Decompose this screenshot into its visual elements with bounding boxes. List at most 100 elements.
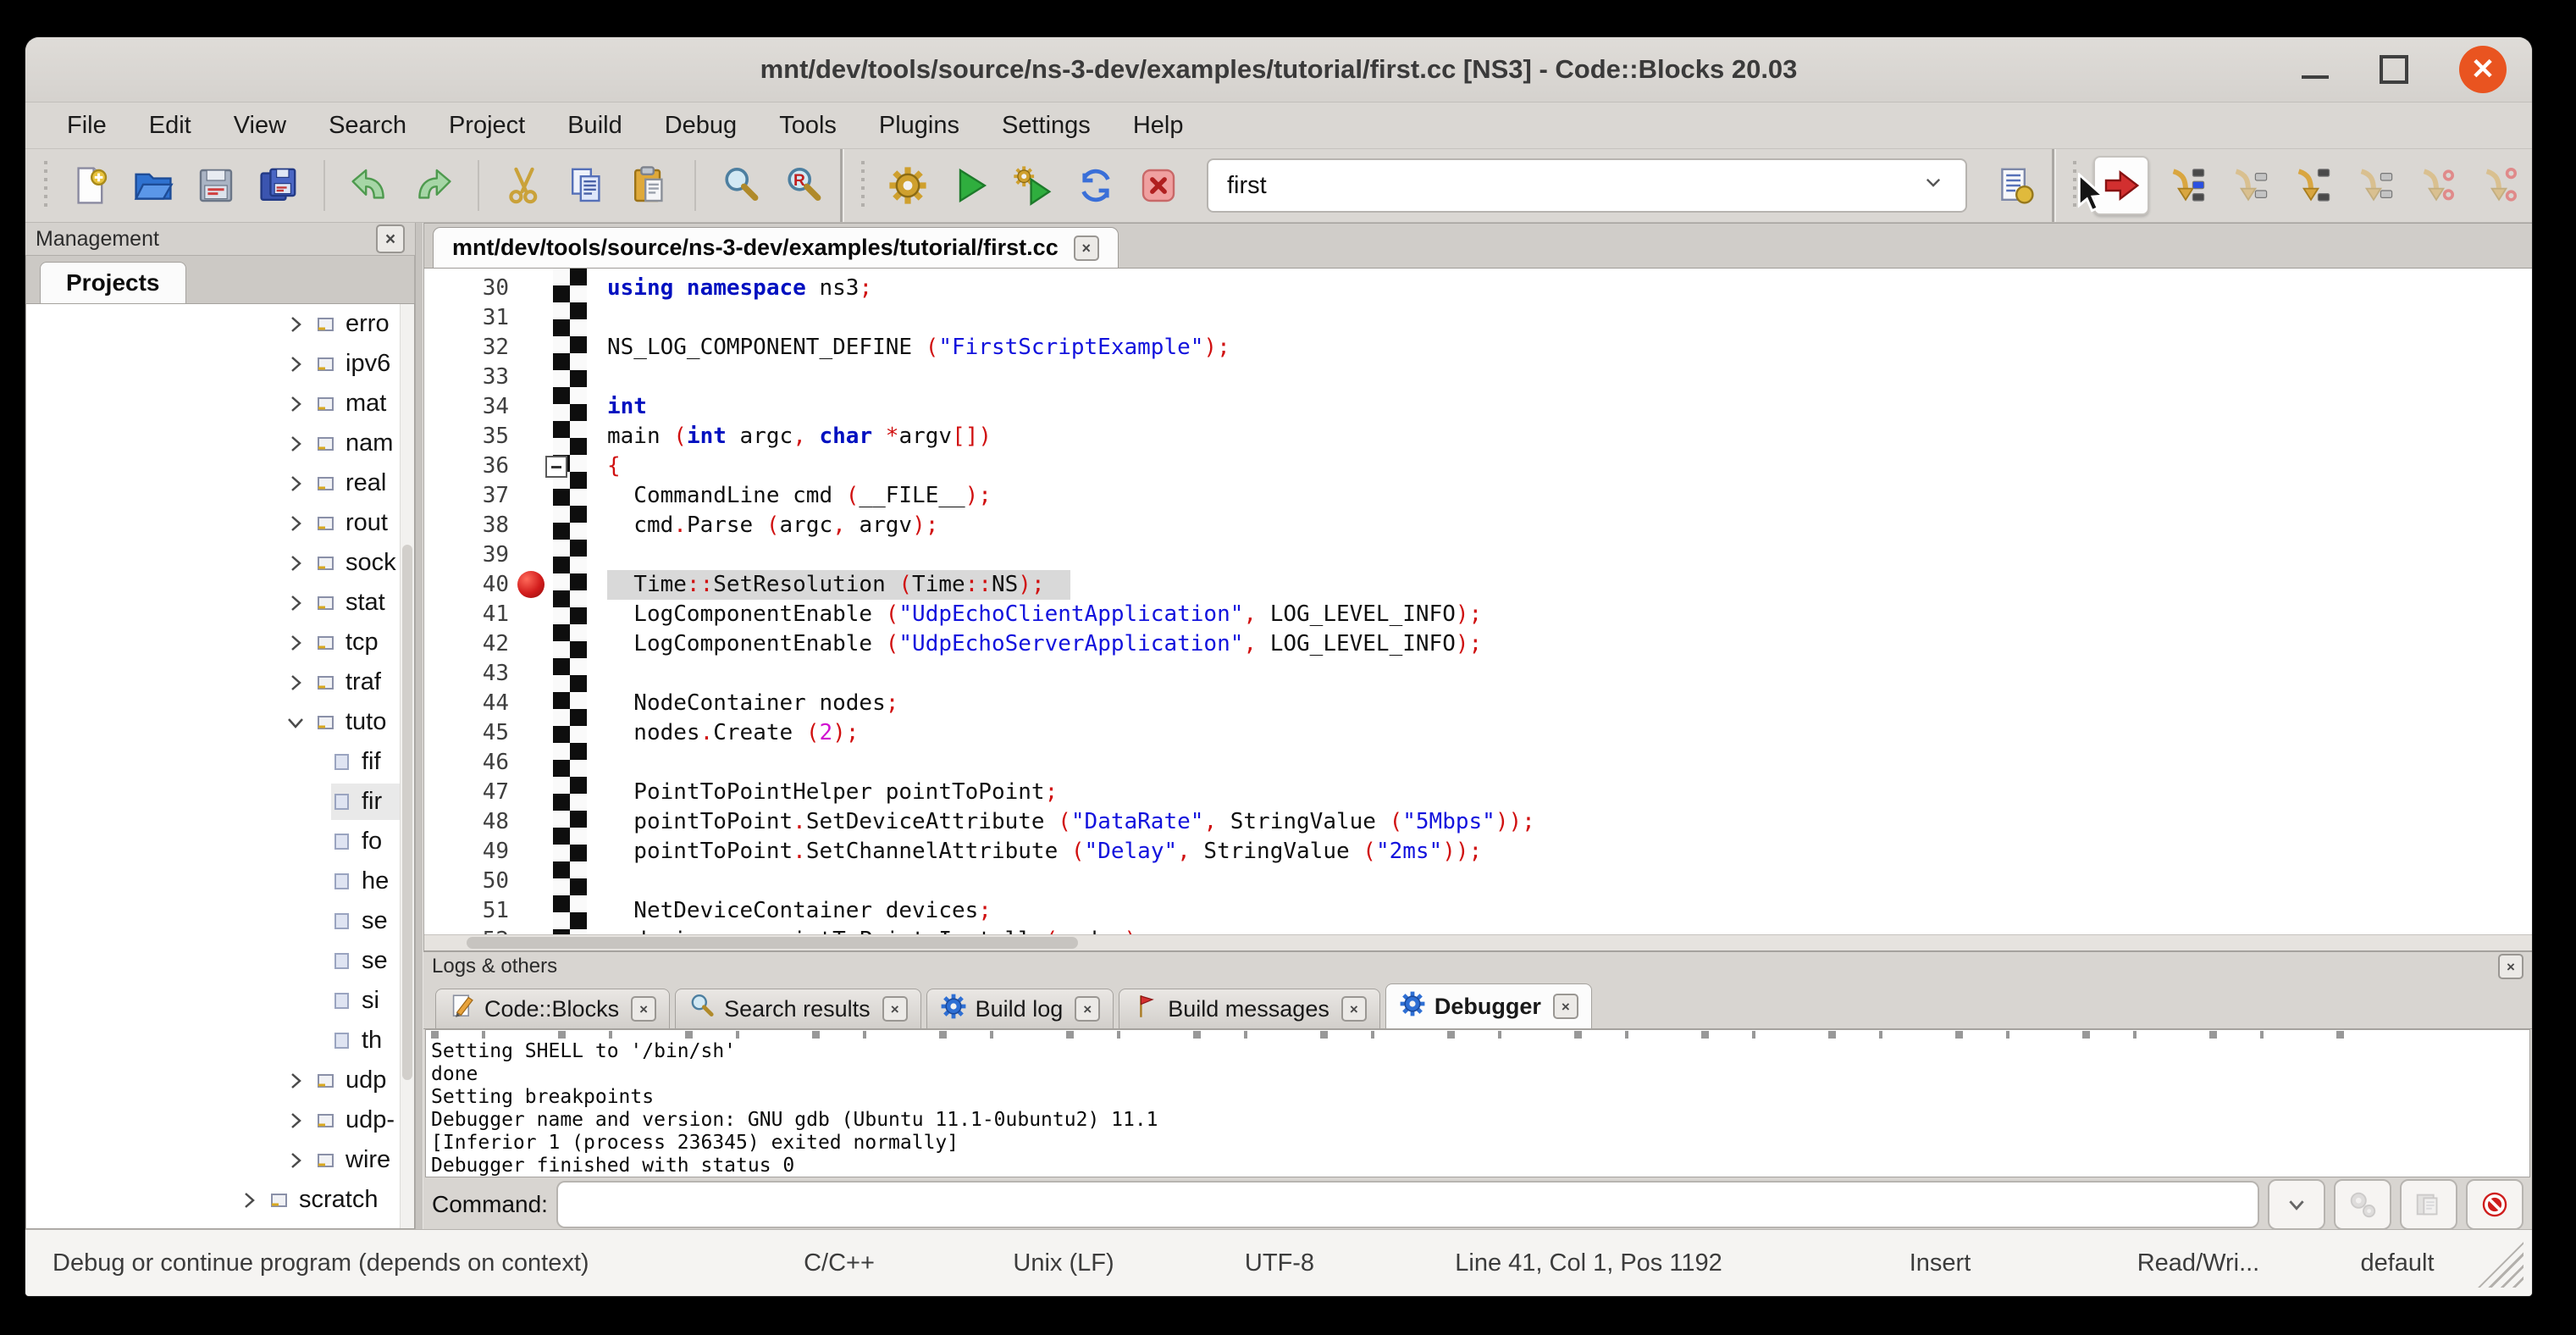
save-button[interactable] bbox=[190, 158, 242, 213]
chevron-right-icon[interactable] bbox=[238, 1229, 260, 1230]
chevron-right-icon[interactable] bbox=[285, 353, 307, 375]
minimize-icon[interactable] bbox=[2302, 75, 2329, 79]
line-number[interactable]: 50 bbox=[424, 867, 519, 896]
panel-splitter[interactable] bbox=[415, 223, 423, 1229]
line-number[interactable]: 34 bbox=[424, 392, 519, 422]
copy-log-button[interactable] bbox=[2400, 1179, 2457, 1230]
debug-continue-button[interactable] bbox=[2093, 156, 2149, 215]
log-tab-search-results[interactable]: Search results× bbox=[675, 989, 921, 1028]
chevron-right-icon[interactable] bbox=[285, 393, 307, 415]
next-instruction-button[interactable] bbox=[2410, 158, 2463, 213]
chevron-right-icon[interactable] bbox=[285, 473, 307, 495]
tab-projects[interactable]: Projects bbox=[40, 262, 186, 303]
logs-close-icon[interactable]: × bbox=[2498, 954, 2523, 979]
tree-item-wire[interactable]: wire bbox=[26, 1140, 414, 1180]
project-tree[interactable]: erroipv6matnamrealroutsockstattcptraftut… bbox=[25, 303, 415, 1229]
log-tab-code-blocks[interactable]: Code::Blocks× bbox=[435, 989, 670, 1028]
save-all-button[interactable] bbox=[252, 158, 305, 213]
resize-grip[interactable] bbox=[2478, 1242, 2523, 1288]
tree-item-udp[interactable]: udp bbox=[26, 1061, 414, 1100]
tree-item-tuto[interactable]: tuto bbox=[26, 702, 414, 742]
line-number[interactable]: 32 bbox=[424, 333, 519, 363]
tree-item-fir[interactable]: fir bbox=[26, 782, 414, 822]
menu-project[interactable]: Project bbox=[428, 112, 546, 140]
tree-item-tcp[interactable]: tcp bbox=[26, 623, 414, 662]
step-out-button[interactable] bbox=[2347, 158, 2400, 213]
chevron-right-icon[interactable] bbox=[285, 1110, 307, 1132]
tree-item-udp-[interactable]: udp- bbox=[26, 1100, 414, 1140]
chevron-down-icon[interactable] bbox=[285, 712, 307, 734]
line-number[interactable]: 39 bbox=[424, 540, 519, 570]
line-number[interactable]: 38 bbox=[424, 511, 519, 540]
chevron-right-icon[interactable] bbox=[285, 1149, 307, 1172]
replace-button[interactable]: R bbox=[777, 158, 830, 213]
fold-marker[interactable] bbox=[545, 456, 567, 478]
menu-tools[interactable]: Tools bbox=[758, 112, 858, 140]
tree-item-erro[interactable]: erro bbox=[26, 304, 414, 344]
line-number[interactable]: 41 bbox=[424, 600, 519, 629]
chevron-right-icon[interactable] bbox=[285, 313, 307, 335]
tab-close-icon[interactable]: × bbox=[631, 996, 656, 1022]
line-number[interactable]: 51 bbox=[424, 896, 519, 926]
select-target-button[interactable] bbox=[1989, 158, 2042, 213]
rebuild-button[interactable] bbox=[1070, 158, 1122, 213]
tree-item-traf[interactable]: traf bbox=[26, 662, 414, 702]
redo-button[interactable] bbox=[406, 158, 459, 213]
abort-build-button[interactable] bbox=[1132, 158, 1185, 213]
chevron-right-icon[interactable] bbox=[285, 592, 307, 614]
line-number[interactable]: 43 bbox=[424, 659, 519, 689]
editor-hscrollbar[interactable] bbox=[424, 934, 2532, 950]
run-button[interactable] bbox=[944, 158, 997, 213]
line-number[interactable]: 42 bbox=[424, 629, 519, 659]
line-number[interactable]: 49 bbox=[424, 837, 519, 867]
line-number[interactable]: 33 bbox=[424, 363, 519, 392]
maximize-icon[interactable] bbox=[2380, 55, 2408, 84]
copy-button[interactable] bbox=[561, 158, 613, 213]
tab-close-icon[interactable]: × bbox=[882, 996, 908, 1022]
line-number[interactable]: 48 bbox=[424, 807, 519, 837]
line-number[interactable]: 46 bbox=[424, 748, 519, 778]
menu-help[interactable]: Help bbox=[1112, 112, 1205, 140]
tree-item-sock[interactable]: sock bbox=[26, 543, 414, 583]
new-file-button[interactable] bbox=[64, 158, 117, 213]
debug-settings-button[interactable] bbox=[2334, 1179, 2391, 1230]
menu-file[interactable]: File bbox=[46, 112, 128, 140]
menu-settings[interactable]: Settings bbox=[981, 112, 1112, 140]
tree-item-stat[interactable]: stat bbox=[26, 583, 414, 623]
undo-button[interactable] bbox=[344, 158, 396, 213]
stop-debugger-button[interactable] bbox=[2466, 1179, 2523, 1230]
tree-item-si[interactable]: si bbox=[26, 981, 414, 1021]
tree-item-fo[interactable]: fo bbox=[26, 822, 414, 861]
step-into-instruction-button[interactable] bbox=[2473, 158, 2525, 213]
tree-item-mat[interactable]: mat bbox=[26, 384, 414, 424]
management-close-icon[interactable]: × bbox=[376, 224, 405, 253]
line-number[interactable]: 44 bbox=[424, 689, 519, 718]
menu-build[interactable]: Build bbox=[546, 112, 644, 140]
next-line-button[interactable] bbox=[2222, 158, 2275, 213]
chevron-right-icon[interactable] bbox=[285, 672, 307, 694]
code-editor-surface[interactable]: 30using namespace ns3;3132NS_LOG_COMPONE… bbox=[424, 269, 2532, 934]
chevron-right-icon[interactable] bbox=[285, 433, 307, 455]
hscroll-thumb[interactable] bbox=[467, 937, 1078, 949]
log-tab-build-log[interactable]: Build log× bbox=[926, 989, 1114, 1028]
chevron-right-icon[interactable] bbox=[285, 1070, 307, 1092]
line-number[interactable]: 35 bbox=[424, 422, 519, 451]
compile-target-combo[interactable]: first bbox=[1207, 158, 1967, 213]
editor-tab-first-cc[interactable]: mnt/dev/tools/source/ns-3-dev/examples/t… bbox=[433, 227, 1119, 268]
log-tab-debugger[interactable]: Debugger× bbox=[1385, 983, 1592, 1028]
cut-button[interactable] bbox=[498, 158, 550, 213]
step-into-button[interactable] bbox=[2285, 158, 2337, 213]
tree-item-ipv6[interactable]: ipv6 bbox=[26, 344, 414, 384]
tree-item-se[interactable]: se bbox=[26, 901, 414, 941]
line-number[interactable]: 40 bbox=[424, 570, 519, 600]
close-icon[interactable]: ✕ bbox=[2459, 46, 2507, 93]
line-number[interactable]: 37 bbox=[424, 481, 519, 511]
menu-debug[interactable]: Debug bbox=[644, 112, 758, 140]
tree-item-rout[interactable]: rout bbox=[26, 503, 414, 543]
open-file-button[interactable] bbox=[127, 158, 180, 213]
tree-item-scratch[interactable]: scratch bbox=[26, 1180, 414, 1220]
menu-plugins[interactable]: Plugins bbox=[858, 112, 981, 140]
tree-item-nam[interactable]: nam bbox=[26, 424, 414, 463]
chevron-right-icon[interactable] bbox=[285, 512, 307, 535]
paste-button[interactable] bbox=[623, 158, 676, 213]
